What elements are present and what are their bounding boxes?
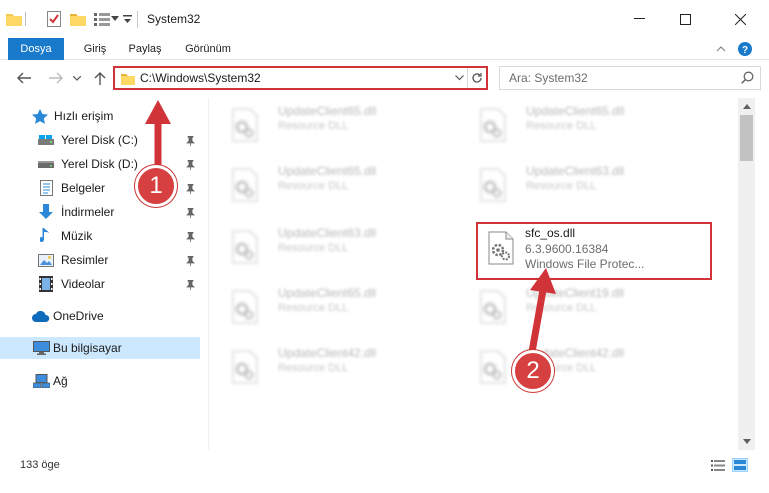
step-1-callout: 1 [135, 165, 177, 207]
step-2-callout: 2 [512, 350, 554, 392]
annotation-arrows [145, 100, 556, 356]
